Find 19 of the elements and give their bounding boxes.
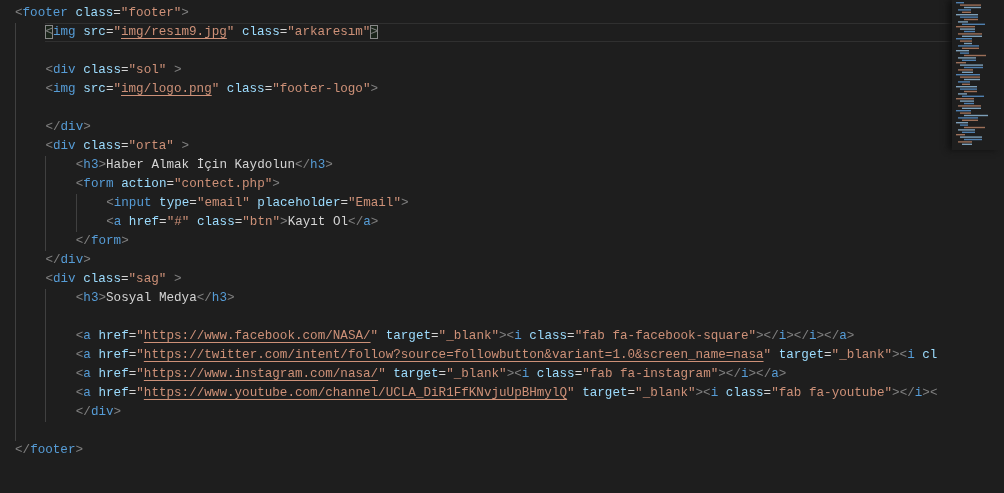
code-line: </div> bbox=[45, 252, 92, 269]
code-line: <img src="img/logo.png" class="footer-logo"> bbox=[45, 81, 379, 98]
code-line: </div> bbox=[75, 404, 123, 421]
code-line: <h3>Haber Almak İçin Kaydolun</h3> bbox=[75, 157, 334, 174]
code-line: <a href="https://www.facebook.com/NASA/" target="_blank"><i class="fab fa-facebook-square"></i></i></a> bbox=[75, 328, 856, 345]
code-line: <a href="https://www.instagram.com/nasa/" target="_blank"><i class="fab fa-instagram"></i></a> bbox=[75, 366, 788, 383]
code-line: </form> bbox=[75, 233, 130, 250]
code-line: <div class="sol" > bbox=[45, 62, 183, 79]
code-line: <div class="orta" > bbox=[45, 138, 191, 155]
code-line: <a href="#" class="btn">Kayıt Ol</a> bbox=[106, 214, 380, 231]
code-line: <form action="contect.php"> bbox=[75, 176, 281, 193]
code-line: </div> bbox=[45, 119, 92, 136]
code-line: <a href="https://www.youtube.com/channel/UCLA_DiR1FfKNvjuUpBHmylQ" target="_blank"><i class="fab fa-youtube"></i>< bbox=[75, 385, 939, 402]
code-line: <footer class="footer"> bbox=[15, 5, 190, 22]
code-line: <div class="sag" > bbox=[45, 271, 183, 288]
code-line: <a href="https://twitter.com/intent/follow?source=followbutton&variant=1.0&screen_name=nasa" target="_blank"><i cl bbox=[75, 347, 939, 364]
code-line: <input type="email" placeholder="Email"> bbox=[106, 195, 410, 212]
code-line: <h3>Sosyal Medya</h3> bbox=[75, 290, 236, 307]
code-line: </footer> bbox=[15, 442, 85, 459]
